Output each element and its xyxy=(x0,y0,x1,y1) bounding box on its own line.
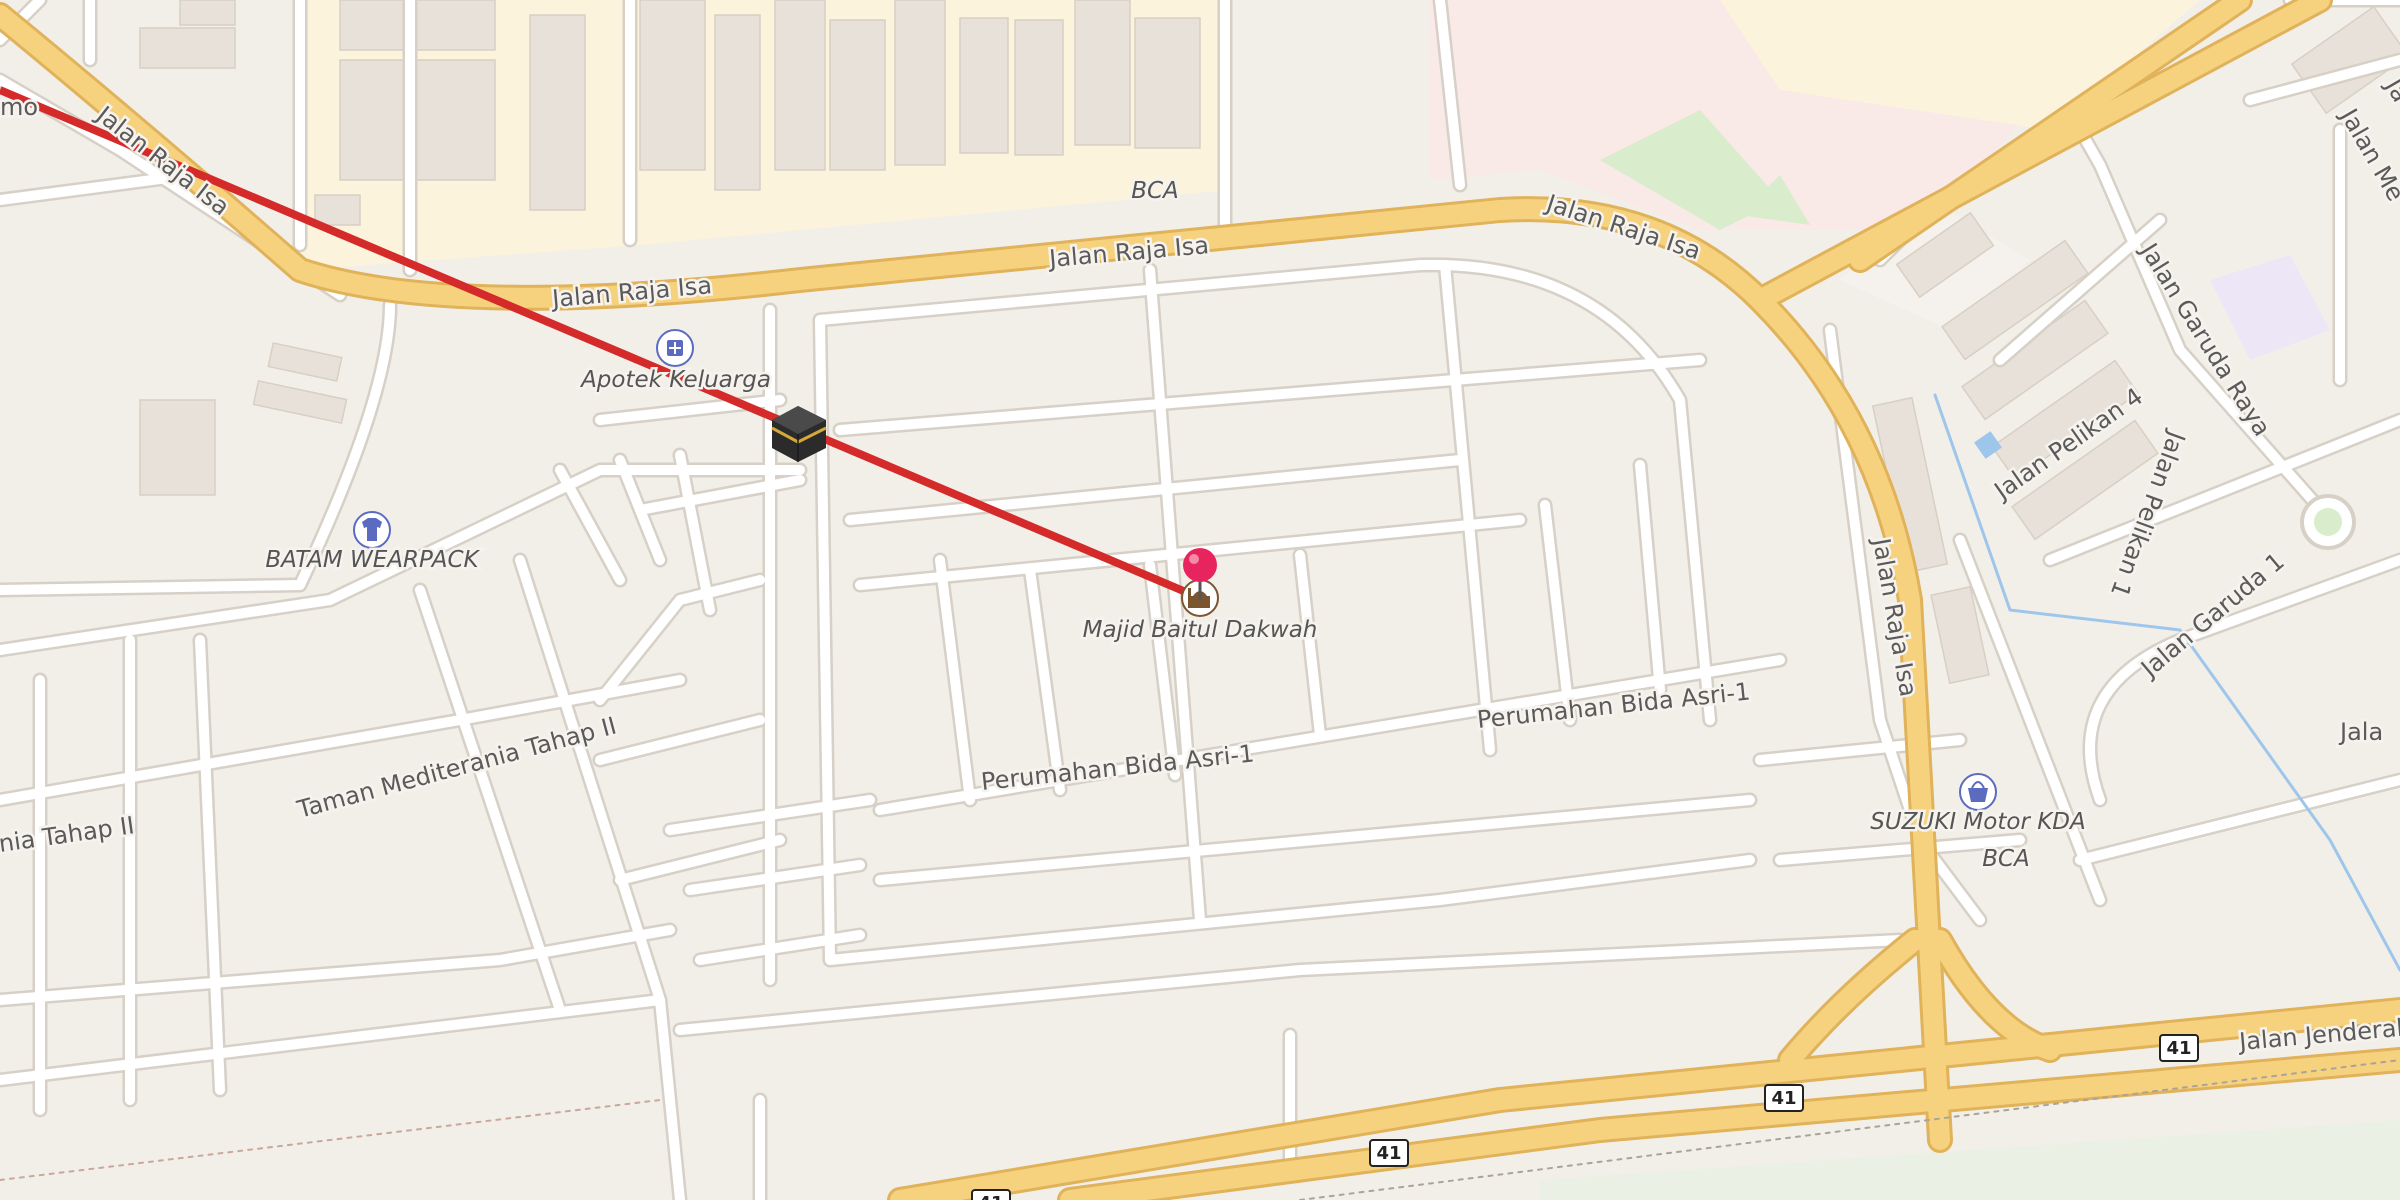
svg-text:41: 41 xyxy=(1771,1088,1796,1109)
route-shield: 41 xyxy=(971,1189,1011,1200)
street-label-jala-partial: Jala xyxy=(2338,718,2383,746)
poi-label-bca-south[interactable]: BCA xyxy=(1980,844,2033,875)
route-shield: 41 xyxy=(2159,1034,2199,1062)
poi-label: Apotek Keluarga xyxy=(579,367,771,393)
svg-text:41: 41 xyxy=(2166,1038,2191,1059)
route-shield: 41 xyxy=(1369,1139,1409,1167)
street-label-mo-partial: mo xyxy=(0,93,38,121)
route-shield: 41 xyxy=(1764,1084,1804,1112)
poi-label: BATAM WEARPACK xyxy=(265,547,480,573)
poi-label: Majid Baitul Dakwah xyxy=(1083,617,1318,643)
svg-text:41: 41 xyxy=(1376,1143,1401,1164)
poi-label-bca-north[interactable]: BCA xyxy=(1129,176,1182,207)
svg-text:41: 41 xyxy=(978,1193,1003,1200)
map-canvas[interactable]: Jalan Raja Isa Jalan Raja Isa Jalan Raja… xyxy=(0,0,2400,1200)
poi-label: SUZUKI Motor KDA xyxy=(1870,809,2086,835)
